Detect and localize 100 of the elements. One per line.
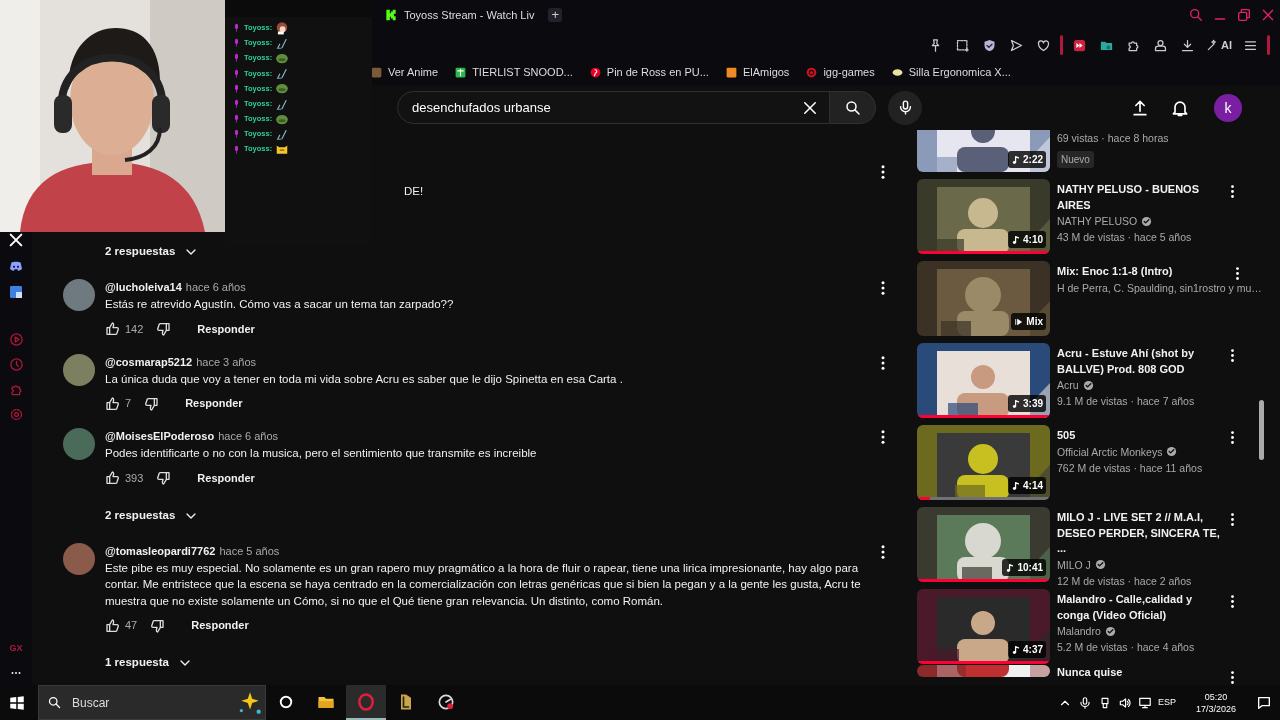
like-icon[interactable] (105, 470, 121, 486)
video-stats: 43 M de vistas · hace 5 años (1057, 230, 1193, 245)
restore-icon[interactable] (1236, 7, 1252, 23)
video-title[interactable]: NATHY PELUSO - BUENOS AIRES (1057, 182, 1257, 213)
site-icon (805, 66, 819, 79)
snapshot-icon[interactable] (955, 37, 970, 53)
heart-icon[interactable] (1036, 37, 1051, 53)
video-title[interactable]: MILO J - LIVE SET 2 // M.A.I, DESEO PERDER, SINCERA TE, ... (1057, 510, 1257, 557)
search-icon[interactable] (1188, 7, 1204, 23)
scrollbar-thumb[interactable] (1259, 400, 1264, 460)
search-field[interactable]: Buscar (70, 692, 229, 713)
search-button[interactable] (830, 91, 876, 124)
video-title[interactable]: 505 (1057, 428, 1257, 444)
avatar[interactable] (63, 353, 95, 386)
site-icon (724, 66, 738, 79)
ai-button[interactable]: AI (1204, 34, 1234, 56)
replies-toggle[interactable]: 2 respuestas (105, 500, 200, 531)
taskbar-search-bar[interactable]: Buscar (38, 685, 266, 720)
windows-icon[interactable] (8, 693, 26, 712)
music-note-icon (1011, 480, 1021, 491)
video-title[interactable]: Malandro - Calle,calidad y conga (Video Oficial) (1057, 592, 1257, 623)
browser-icon[interactable] (356, 691, 376, 712)
bookmark[interactable]: ElAmigos (724, 64, 790, 81)
search-bar[interactable]: desenchufados urbanse (397, 91, 830, 124)
send-icon[interactable] (1009, 37, 1024, 53)
reply-button[interactable]: Responder (181, 613, 259, 638)
reply-button[interactable]: Responder (175, 391, 253, 416)
bookmark[interactable]: Silla Ergonomica X... (890, 64, 1011, 81)
close-icon[interactable] (1260, 7, 1276, 23)
mic-badge-icon (232, 83, 241, 93)
user-avatar[interactable]: k (1214, 93, 1242, 122)
comment-time[interactable]: hace 6 años (185, 279, 246, 296)
settings-icon[interactable] (8, 407, 24, 422)
channel-name[interactable]: H de Perra, C. Spaulding, sin1rostro y mu… (1057, 279, 1262, 296)
bookmark[interactable]: TIERLIST SNOOD... (454, 64, 573, 81)
clock-date[interactable]: 17/3/2026 (1195, 702, 1236, 715)
reply-button[interactable]: Responder (187, 316, 265, 342)
clock-time[interactable]: 05:20 (1195, 690, 1236, 703)
video-title[interactable]: Nunca quise (1057, 665, 1257, 681)
comment-text: DE! (404, 184, 424, 199)
reply-button[interactable]: Responder (187, 465, 265, 491)
comment-author[interactable]: @tomasleopardi7762 (105, 542, 216, 559)
avatar[interactable] (63, 428, 95, 460)
video-stats: 9.1 M de vistas · hace 7 años (1057, 394, 1196, 409)
dislike-icon[interactable] (149, 617, 166, 634)
comment-author[interactable]: @lucholeiva14 (105, 279, 182, 296)
gx-logo: GX (9, 641, 23, 655)
music-note-icon (1011, 154, 1021, 165)
x-icon[interactable] (8, 232, 24, 248)
channel-name[interactable]: Malandro (1057, 623, 1101, 639)
fast-forward-icon[interactable] (1072, 37, 1087, 53)
avatar[interactable] (63, 542, 95, 575)
channel-name[interactable]: Official Arctic Monkeys (1057, 443, 1163, 460)
mic-badge-icon (232, 38, 241, 48)
mix-badge: Mix (1011, 313, 1046, 330)
browser-tab[interactable]: Toyoss Stream - Watch Liv (378, 3, 541, 27)
comment-author[interactable]: @cosmarap5212 (105, 353, 193, 370)
translate-icon[interactable] (8, 284, 24, 300)
account-icon[interactable] (1153, 37, 1168, 53)
mic-badge-icon (232, 68, 241, 78)
replies-toggle[interactable]: 1 respuesta (105, 648, 193, 678)
volume-icon[interactable] (1117, 695, 1132, 710)
channel-name[interactable]: Acru (1057, 377, 1079, 393)
like-icon[interactable] (105, 395, 121, 412)
dislike-icon[interactable] (155, 470, 172, 486)
new-tab-button[interactable]: + (548, 8, 563, 22)
channel-name[interactable]: NATHY PELUSO (1057, 213, 1138, 229)
like-icon[interactable] (105, 321, 121, 337)
bookmark[interactable]: Pin de Ross en PU... (588, 64, 709, 81)
play-icon[interactable] (8, 332, 24, 347)
network-icon[interactable] (1137, 695, 1152, 710)
puzzle-icon[interactable] (8, 382, 24, 397)
clock-icon[interactable] (8, 357, 24, 372)
mic-icon[interactable] (1077, 695, 1092, 710)
language-indicator[interactable]: ESP (1157, 695, 1176, 710)
bookmark[interactable]: igg-games (805, 64, 875, 81)
mic-button[interactable] (888, 90, 922, 125)
duration-badge: 10:41 (1002, 559, 1046, 576)
video-title[interactable]: Acru - Estuve Ahí (shot by BALLVE) Prod. 808 GOD (1057, 346, 1257, 377)
comment-time[interactable]: hace 3 años (196, 353, 257, 370)
search-field[interactable]: desenchufados urbanse (410, 96, 801, 119)
like-icon[interactable] (105, 617, 121, 634)
shield-icon[interactable] (982, 37, 997, 53)
duration-badge: 2:22 (1008, 151, 1046, 168)
video-stats: 762 M de vistas · hace 11 años (1057, 460, 1204, 476)
comment-time[interactable]: hace 5 años (219, 542, 280, 559)
avatar[interactable] (63, 279, 95, 311)
comment-time[interactable]: hace 6 años (218, 428, 279, 445)
channel-name[interactable]: MILO J (1057, 556, 1091, 573)
replies-toggle[interactable]: 2 respuestas (105, 237, 200, 267)
dislike-icon[interactable] (155, 321, 172, 337)
dislike-icon[interactable] (143, 395, 160, 412)
download-icon[interactable] (1180, 37, 1195, 53)
comment-text: Podes identificarte o no con la musica, pero el sentimiento que transmite es increible (105, 446, 538, 461)
video-title[interactable]: Mix: Enoc 1:1-8 (Intro) (1057, 264, 1262, 280)
notification-icon[interactable] (1256, 694, 1272, 711)
comment-author[interactable]: @MoisesElPoderoso (105, 428, 215, 445)
mic-badge-icon (232, 23, 241, 33)
site-icon (454, 66, 468, 79)
site-icon (890, 66, 904, 79)
